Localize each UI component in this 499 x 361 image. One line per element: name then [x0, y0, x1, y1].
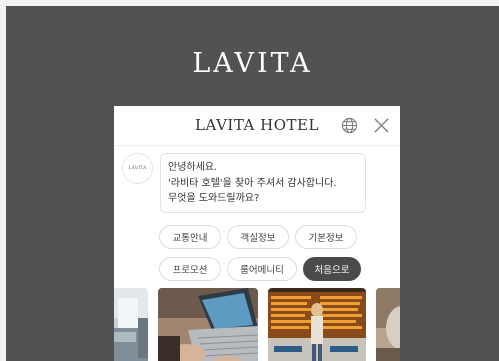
room-photo [114, 288, 148, 361]
chatbot-panel: LAVITA HOTEL LAVITA 안녕하세요. '라비타 호텔'을 찾아 … [114, 106, 400, 361]
quick-reply-home[interactable]: 처음으로 [303, 257, 361, 281]
greeting-line: 무엇을 도와드릴까요? [168, 193, 260, 204]
carousel-card[interactable] [158, 288, 258, 361]
quick-reply-promotion[interactable]: 프로모션 [159, 257, 221, 281]
chat-header: LAVITA HOTEL [114, 106, 400, 146]
quick-reply-rooms[interactable]: 객실정보 [227, 225, 289, 249]
quick-reply-transport[interactable]: 교통안내 [159, 225, 221, 249]
quick-reply-basic-info[interactable]: 기본정보 [295, 225, 357, 249]
carousel-card[interactable] [376, 288, 400, 361]
brand-logo: LAVITA [192, 48, 313, 79]
interior-photo [376, 288, 400, 361]
greeting-line: 안녕하세요. [168, 162, 218, 173]
quick-reply-amenities[interactable]: 룸어메니티 [227, 257, 297, 281]
close-icon [373, 117, 389, 133]
laptop-photo [158, 288, 258, 361]
close-button[interactable] [371, 115, 391, 135]
carousel-card[interactable] [114, 288, 148, 361]
bot-avatar: LAVITA [122, 153, 153, 184]
message-bubble: 안녕하세요. '라비타 호텔'을 찾아 주셔서 감사합니다. 무엇을 도와드릴까… [160, 153, 366, 213]
carousel-card[interactable] [268, 288, 366, 361]
page-backdrop: LAVITA LAVITA HOTEL LAVITA 안녕하세요. '라비타 호… [6, 6, 499, 361]
greeting-line: '라비타 호텔'을 찾아 주셔서 감사합니다. [168, 177, 337, 189]
language-button[interactable] [339, 115, 359, 135]
card-carousel [114, 288, 400, 361]
globe-icon [341, 117, 357, 133]
airport-photo [268, 288, 366, 361]
